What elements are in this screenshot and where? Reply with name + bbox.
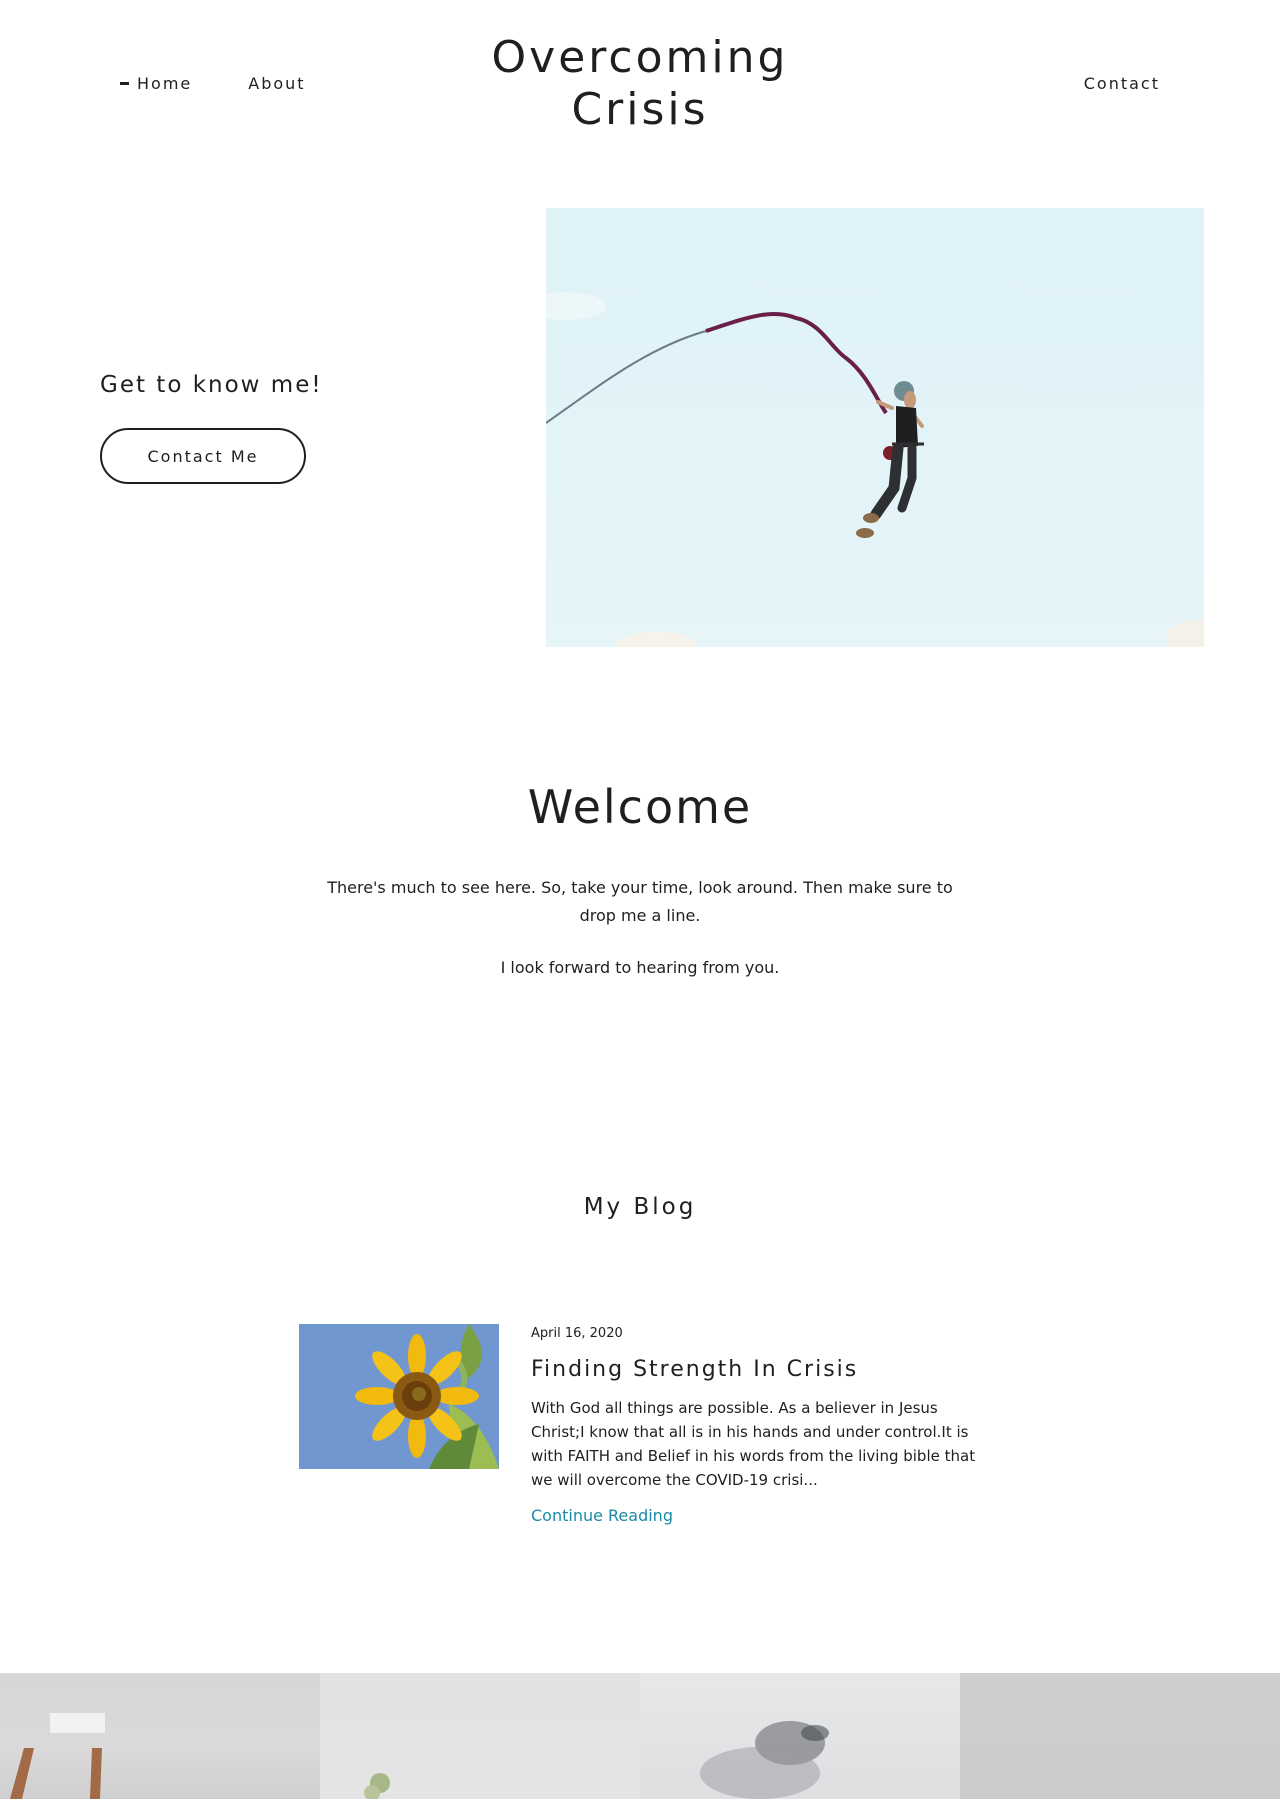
gallery-image-1[interactable] [0,1673,320,1799]
hero-image [546,208,1204,647]
gallery-image-4[interactable] [960,1673,1280,1799]
contact-me-button[interactable]: Contact Me [100,428,306,484]
blog-date: April 16, 2020 [531,1326,623,1341]
sunflower-icon [299,1324,499,1469]
continue-reading-link[interactable]: Continue Reading [531,1506,673,1525]
welcome-section: Welcome There's much to see here. So, ta… [0,780,1280,977]
active-indicator [120,82,129,85]
blog-content: April 16, 2020 Finding Strength In Crisi… [531,1324,991,1525]
site-title[interactable]: Overcoming Crisis [440,32,840,136]
chair-image-icon [10,1713,105,1799]
bungee-jumper-illustration [546,292,1204,647]
blurred-object-image-icon [700,1721,829,1799]
blog-post: April 16, 2020 Finding Strength In Crisi… [299,1324,999,1544]
blog-excerpt: With God all things are possible. As a b… [531,1399,976,1489]
blog-title[interactable]: Finding Strength In Crisis [531,1357,991,1382]
nav-about-link[interactable]: About [248,74,305,93]
hero-text: Get to know me! [100,372,480,398]
photo-gallery-strip [0,1673,1280,1799]
gallery-image-3[interactable] [640,1673,960,1799]
hero-tagline: Get to know me! [100,372,323,398]
primary-nav-right: Contact [1084,74,1160,93]
nav-contact-link[interactable]: Contact [1084,74,1160,93]
site-header: Home About Overcoming Crisis Contact [0,0,1280,170]
welcome-closing: I look forward to hearing from you. [500,958,780,977]
blog-heading: My Blog [583,1194,697,1220]
site-title-line-2: Crisis [571,84,709,135]
nav-home-link[interactable]: Home [120,74,192,93]
blog-thumbnail[interactable] [299,1324,499,1469]
gallery-image-2[interactable] [320,1673,640,1799]
welcome-title: Welcome [527,780,753,834]
primary-nav-left: Home About [120,74,306,93]
nav-home-label: Home [137,74,193,93]
plant-image-icon [364,1773,390,1799]
site-title-line-1: Overcoming [491,32,789,83]
welcome-body: There's much to see here. So, take your … [327,878,953,925]
